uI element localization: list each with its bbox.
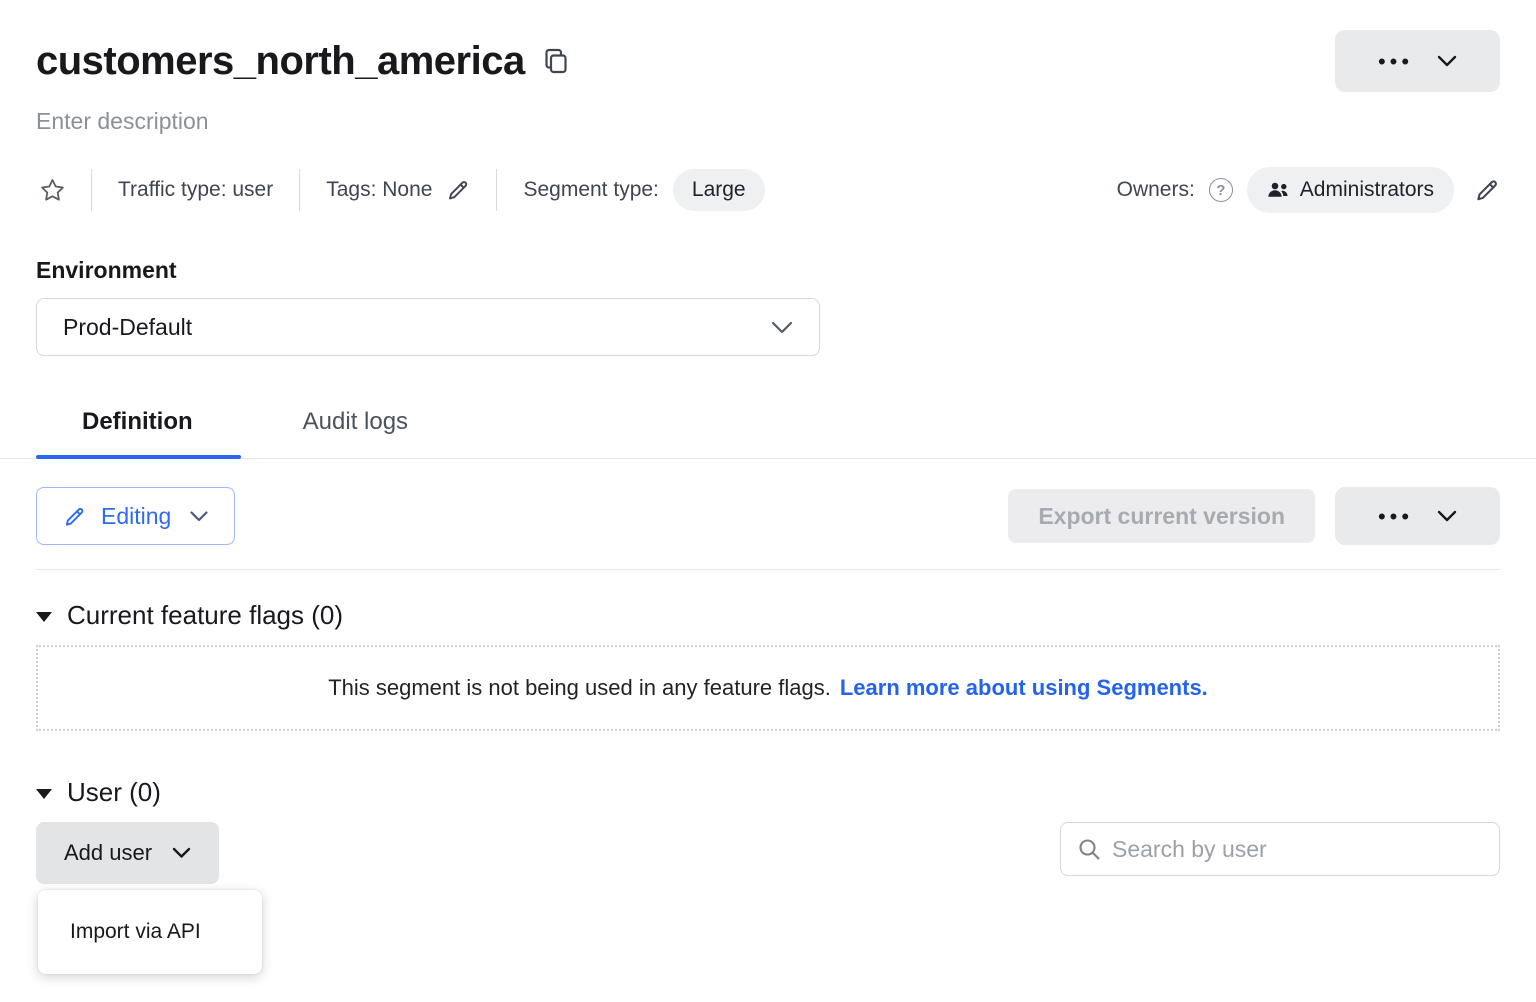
tab-audit-logs[interactable]: Audit logs — [303, 396, 408, 458]
user-search-box — [1060, 822, 1500, 876]
segment-detail-page: customers_north_america ••• Enter descri… — [0, 0, 1536, 884]
user-controls-row: Add user Import via API — [36, 822, 1500, 884]
divider — [299, 169, 300, 211]
edit-owners-pencil-icon[interactable] — [1474, 177, 1500, 203]
segment-type-badge: Large — [673, 169, 765, 211]
feature-flags-heading: Current feature flags (0) — [67, 600, 343, 631]
divider — [496, 169, 497, 211]
search-by-user-input[interactable] — [1112, 836, 1483, 863]
learn-more-link[interactable]: Learn more about using Segments. — [840, 675, 1208, 701]
chevron-down-icon — [771, 321, 793, 334]
toolbar-right: Export current version ••• — [1008, 487, 1500, 545]
favorite-star-icon[interactable] — [40, 178, 65, 202]
owners-label: Owners: — [1117, 178, 1195, 202]
feature-flags-empty-state: This segment is not being used in any fe… — [36, 645, 1500, 731]
tab-definition[interactable]: Definition — [82, 396, 193, 458]
chevron-down-icon — [190, 511, 208, 522]
chevron-down-icon — [1437, 510, 1457, 522]
add-user-label: Add user — [64, 840, 152, 866]
menu-item-import-via-api[interactable]: Import via API — [38, 898, 262, 966]
meta-row: Traffic type: user Tags: None Segment ty… — [36, 167, 1500, 213]
search-icon — [1077, 837, 1101, 861]
tabs: Definition Audit logs — [0, 396, 1536, 459]
chevron-down-icon — [172, 847, 191, 859]
environment-selected-value: Prod-Default — [63, 314, 192, 341]
people-icon — [1267, 181, 1289, 199]
editing-label: Editing — [101, 503, 171, 530]
divider — [36, 569, 1500, 570]
collapse-triangle-icon — [36, 612, 52, 622]
collapse-triangle-icon — [36, 789, 52, 799]
feature-flags-section-toggle[interactable]: Current feature flags (0) — [36, 600, 343, 631]
header: customers_north_america ••• — [36, 30, 1500, 92]
edit-tags-pencil-icon[interactable] — [446, 178, 470, 202]
segment-type-label: Segment type: — [523, 178, 658, 202]
empty-state-text: This segment is not being used in any fe… — [328, 675, 831, 701]
help-question-icon[interactable]: ? — [1209, 178, 1233, 202]
definition-toolbar: Editing Export current version ••• — [36, 487, 1500, 545]
owners-chip[interactable]: Administrators — [1247, 167, 1454, 213]
description-placeholder[interactable]: Enter description — [36, 108, 1500, 135]
pencil-icon — [63, 505, 86, 528]
definition-more-menu-button[interactable]: ••• — [1335, 487, 1500, 545]
editing-mode-button[interactable]: Editing — [36, 487, 235, 545]
page-title: customers_north_america — [36, 39, 525, 84]
environment-label: Environment — [36, 257, 1500, 284]
owners-value: Administrators — [1300, 178, 1434, 202]
user-heading: User (0) — [67, 777, 161, 808]
traffic-type-label: Traffic type: user — [118, 178, 273, 202]
add-user-button[interactable]: Add user — [36, 822, 219, 884]
copy-icon[interactable] — [543, 47, 569, 75]
chevron-down-icon — [1437, 55, 1457, 67]
export-current-version-button[interactable]: Export current version — [1008, 489, 1315, 543]
add-user-dropdown-menu: Import via API — [38, 890, 262, 974]
tags-label: Tags: None — [326, 178, 432, 202]
header-more-menu-button[interactable]: ••• — [1335, 30, 1500, 92]
owners-group: Owners: ? Administrators — [1117, 167, 1500, 213]
user-section-toggle[interactable]: User (0) — [36, 777, 161, 808]
ellipsis-icon: ••• — [1378, 504, 1413, 528]
divider — [91, 169, 92, 211]
environment-select[interactable]: Prod-Default — [36, 298, 820, 356]
ellipsis-icon: ••• — [1378, 49, 1413, 73]
add-user-menu-wrap: Add user Import via API — [36, 822, 219, 884]
